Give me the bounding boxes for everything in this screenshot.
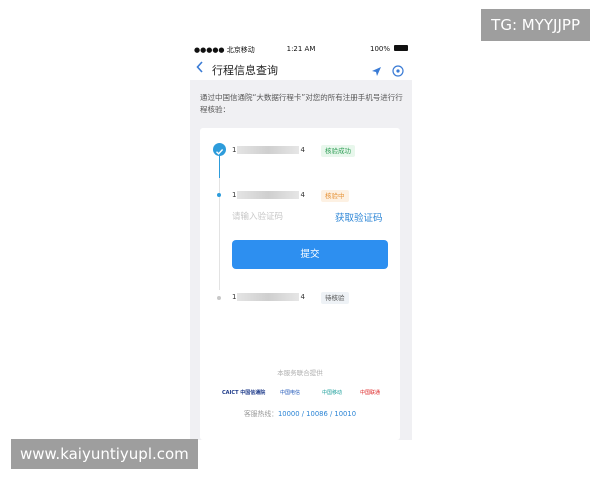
watermark-tag: TG: MYYJJPP [481,9,590,41]
hotline-numbers[interactable]: 10000 / 10086 / 10010 [278,410,356,418]
customer-hotline: 客服热线：10000 / 10086 / 10010 [200,408,400,418]
status-badge-pending: 待核验 [321,292,349,304]
location-arrow-icon[interactable] [371,62,382,81]
china-unicom-logo: 中国联通 [360,390,381,396]
status-badge-verifying: 核验中 [321,190,349,202]
get-code-link[interactable]: 获取验证码 [335,210,383,224]
back-icon[interactable] [196,61,204,76]
timeline-dot-pending [217,296,221,300]
china-telecom-logo: 中国电信 [280,390,301,396]
number-prefix: 1 [232,293,237,301]
number-suffix: 4 [300,191,305,199]
provider-title: 本服务联合提供 [277,369,323,377]
phone-number-3: 14 [232,293,305,301]
number-mask [237,191,300,199]
timeline-dot-active [217,193,221,197]
verification-code-input[interactable] [232,210,322,224]
battery-percent: 100% [369,45,390,53]
battery-icon [394,45,408,51]
page-title: 行程信息查询 [212,64,278,77]
provider-logos: CAICT 中国信通院 中国电信 中国移动 中国联通 [222,386,382,400]
number-suffix: 4 [300,146,305,154]
phone-number-2: 14 [232,191,305,199]
caict-logo: CAICT 中国信通院 [222,390,266,396]
number-mask [237,146,300,154]
submit-button[interactable]: 提交 [232,240,388,269]
number-mask [237,293,300,301]
verification-card: 14 核验成功 14 核验中 获取验证码 提交 14 待核验 本服务联合提供 C… [200,128,400,440]
status-badge-success: 核验成功 [321,145,355,157]
china-mobile-logo: 中国移动 [322,390,343,396]
phone-number-1: 14 [232,146,305,154]
number-prefix: 1 [232,191,237,199]
intro-text: 通过中国信通院“大数据行程卡”对您的所有注册手机号进行行程核验： [200,93,403,114]
phone-screen: ●●●●● 北京移动 1:21 AM 100% 行程信息查询 通过中国信通院“大… [190,40,412,440]
target-icon[interactable] [392,62,404,81]
check-icon [213,143,226,156]
number-suffix: 4 [300,293,305,301]
status-bar: ●●●●● 北京移动 1:21 AM 100% [190,40,412,58]
hotline-label: 客服热线： [243,410,278,418]
number-prefix: 1 [232,146,237,154]
nav-bar: 行程信息查询 [190,58,412,80]
watermark-url: www.kaiyuntiyupl.com [11,439,198,469]
